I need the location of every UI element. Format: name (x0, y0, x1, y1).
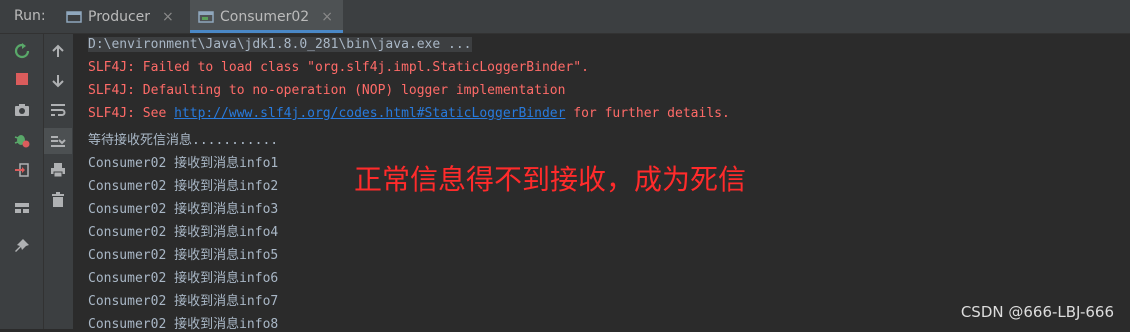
run-config-icon (66, 10, 82, 24)
waiting-line: 等待接收死信消息........... (88, 133, 279, 148)
run-toolbar-left (0, 34, 44, 329)
run-tab-bar: Run: Producer × Consumer02 × (0, 0, 1130, 34)
tab-label: Producer (88, 8, 151, 25)
camera-icon[interactable] (11, 99, 33, 121)
slf4j-see-line: SLF4J: See http://www.slf4j.org/codes.ht… (88, 106, 730, 121)
java-path-line: D:\environment\Java\jdk1.8.0_281\bin\jav… (88, 37, 472, 52)
rerun-icon[interactable] (11, 40, 33, 62)
message-line: Consumer02 接收到消息info8 (88, 317, 279, 332)
scroll-to-end-icon[interactable] (44, 128, 72, 154)
login-icon[interactable] (11, 159, 33, 181)
slf4j-link[interactable]: http://www.slf4j.org/codes.html#StaticLo… (174, 106, 565, 121)
watermark: CSDN @666-LBJ-666 (960, 303, 1114, 321)
see-prefix: SLF4J: See (88, 106, 175, 121)
close-icon[interactable]: × (162, 9, 174, 25)
trash-icon[interactable] (47, 189, 69, 211)
message-line: Consumer02 接收到消息info4 (88, 225, 279, 240)
layout-icon[interactable] (11, 197, 33, 219)
tab-producer[interactable]: Producer × (64, 0, 184, 33)
error-line: SLF4J: Failed to load class "org.slf4j.i… (88, 60, 589, 75)
run-config-icon (198, 10, 214, 24)
debug-icon[interactable] (11, 129, 33, 151)
see-suffix: for further details. (565, 106, 730, 121)
message-line: Consumer02 接收到消息info7 (88, 294, 279, 309)
error-line: SLF4J: Defaulting to no-operation (NOP) … (88, 83, 566, 98)
soft-wrap-icon[interactable] (47, 99, 69, 121)
annotation-text: 正常信息得不到接收，成为死信 (354, 163, 747, 196)
tab-label: Consumer02 (220, 8, 310, 25)
message-line: Consumer02 接收到消息info3 (88, 202, 279, 217)
message-line: Consumer02 接收到消息info2 (88, 179, 279, 194)
tab-consumer02[interactable]: Consumer02 × (190, 0, 343, 33)
message-line: Consumer02 接收到消息info1 (88, 156, 279, 171)
message-line: Consumer02 接收到消息info5 (88, 248, 279, 263)
stop-icon[interactable] (11, 68, 33, 90)
message-line: Consumer02 接收到消息info6 (88, 271, 279, 286)
run-toolbar-right (44, 34, 74, 329)
up-arrow-icon[interactable] (47, 40, 69, 62)
close-icon[interactable]: × (321, 9, 333, 25)
pin-icon[interactable] (11, 235, 33, 257)
print-icon[interactable] (47, 159, 69, 181)
down-arrow-icon[interactable] (47, 70, 69, 92)
run-label: Run: (14, 8, 46, 24)
